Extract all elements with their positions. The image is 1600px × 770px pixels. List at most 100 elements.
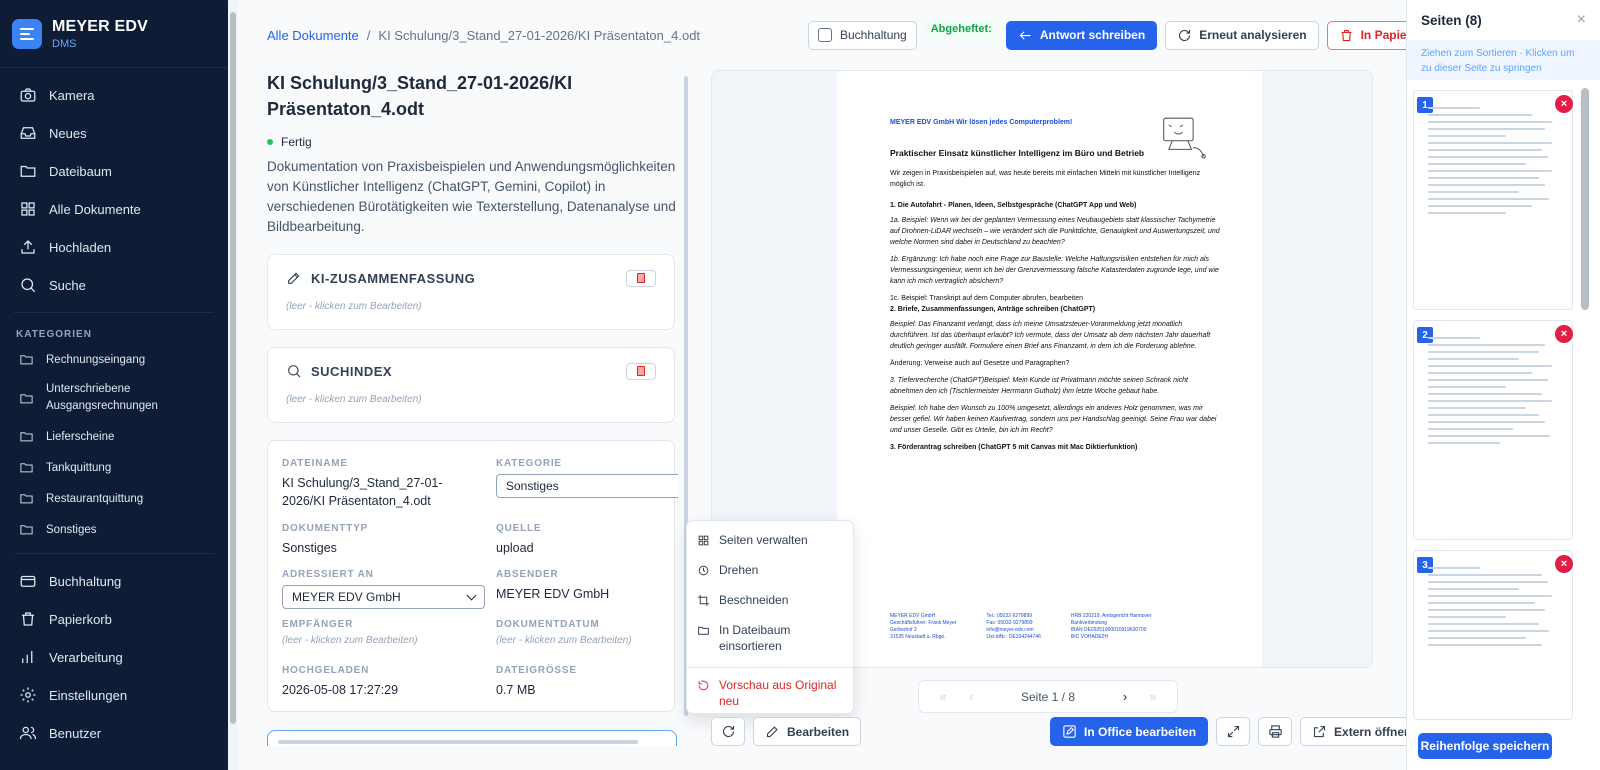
menu-item-drehen[interactable]: Drehen [687,555,853,585]
reanalyze-label: Erneut analysieren [1199,28,1307,42]
meta-value[interactable]: KI Schulung/3_Stand_27-01-2026/KI Präsen… [282,474,472,510]
meta-value[interactable]: MEYER EDV GmbH [496,585,686,603]
adressiert-select[interactable]: MEYER EDV GmbH [282,585,485,609]
kategorie-select[interactable]: Sonstiges [496,474,678,498]
category-item[interactable]: Rechnungseingang [0,344,228,375]
nav-item-alle-dokumente[interactable]: Alle Dokumente [0,190,228,228]
meta-value[interactable]: (leer - klicken zum Bearbeiten) [496,635,686,646]
category-item[interactable]: Lieferscheine [0,421,228,452]
gear-icon [20,687,36,703]
clipboard-copy-button[interactable] [626,362,656,380]
meta-hochgeladen: HOCHGELADEN 2026-05-08 17:27:29 [282,665,472,699]
page-thumbnail[interactable]: 1 × [1413,90,1573,310]
meta-label: DATEINAME [282,458,348,469]
preview-footer: MEYER EDV GmbH Geschäftsführer: Frank Me… [890,613,1152,641]
office-edit-button[interactable]: In Office bearbeiten [1050,717,1209,746]
reanalyze-button[interactable]: Erneut analysieren [1165,20,1319,50]
nav-label: Hochladen [49,239,112,255]
nav-item-verarbeitung[interactable]: Verarbeitung [0,638,228,676]
meta-kategorie: KATEGORIE Sonstiges [496,458,686,498]
pages-panel-header: Seiten (8) × [1407,0,1600,40]
breadcrumb-root-link[interactable]: Alle Dokumente [267,28,359,43]
folder-icon [20,393,33,403]
clipboard-copy-button[interactable] [626,269,656,287]
main-scrollbar[interactable] [228,0,238,770]
buchhaltung-checkbox[interactable]: Buchhaltung [808,20,917,50]
menu-item-seiten-verwalten[interactable]: Seiten verwalten [687,525,853,555]
nav-label: Kamera [49,87,95,103]
search-index-empty[interactable]: (leer - klicken zum Bearbeiten) [268,394,674,405]
category-item[interactable]: Sonstiges [0,514,228,545]
category-label: Lieferscheine [46,430,115,443]
reply-arrow-icon [1019,30,1031,40]
nav-item-suche[interactable]: Suche [0,266,228,304]
nav-item-dateibaum[interactable]: Dateibaum [0,152,228,190]
meta-value[interactable]: Sonstiges [282,539,472,557]
edit-button[interactable]: Bearbeiten [753,717,862,746]
open-external-button[interactable]: Extern öffnen [1300,717,1424,746]
nav-item-benutzer[interactable]: Benutzer [0,714,228,752]
refresh-button[interactable] [711,717,745,746]
page-pager: « ‹ Seite 1 / 8 › » [918,680,1178,713]
reply-label: Antwort schreiben [1039,28,1146,42]
meta-datum: DOKUMENTDATUM (leer - klicken zum Bearbe… [496,619,686,646]
category-item[interactable]: Restaurantquittung [0,483,228,514]
meta-value[interactable]: (leer - klicken zum Bearbeiten) [282,635,472,646]
menu-label: In Dateibaum einsortieren [719,623,791,653]
nav-item-papierkorb[interactable]: Papierkorb [0,600,228,638]
pages-panel-scrollbar[interactable] [1581,88,1589,310]
last-page-button[interactable]: » [1139,689,1167,704]
computer-clipart-icon [1163,117,1206,159]
card-title: KI-ZUSAMMENFASSUNG [311,270,476,286]
preview-paragraph: 1b. Ergänzung: Ich habe noch eine Frage … [890,256,1219,285]
clock-icon [698,565,709,576]
nav-item-hochladen[interactable]: Hochladen [0,228,228,266]
menu-item-beschneiden[interactable]: Beschneiden [687,585,853,615]
nav-item-einstellungen[interactable]: Einstellungen [0,676,228,714]
open-external-label: Extern öffnen [1334,724,1412,739]
select-value: MEYER EDV GmbH [292,590,401,604]
menu-item-dateibaum[interactable]: In Dateibaum einsortieren [687,615,853,661]
next-page-button[interactable]: › [1111,689,1139,704]
preview-heading: 1. Die Autofahrt - Planen, Ideen, Selbst… [890,202,1137,209]
preview-heading: 3. Tiefenrecherche (ChatGPT)Beispiel: Me… [890,377,1188,395]
prev-page-button[interactable]: ‹ [957,689,985,704]
meta-label: HOCHGELADEN [282,665,370,676]
card-title: SUCHINDEX [311,363,393,379]
pages-panel-hint: Ziehen zum Sortieren · Klicken um zu die… [1407,40,1600,80]
category-item[interactable]: Tankquittung [0,452,228,483]
menu-item-vorschau-neu[interactable]: Vorschau aus Original neu [687,667,853,716]
ki-summary-empty[interactable]: (leer - klicken zum Bearbeiten) [268,301,674,312]
thumbnail-content [1428,337,1558,449]
category-item[interactable]: Unterschriebene Ausgangsrechnungen [0,375,228,421]
search-index-card[interactable]: SUCHINDEX (leer - klicken zum Bearbeiten… [267,347,675,423]
preview-paragraph: Beispiel: Ich habe den Wunsch zu 100% um… [890,405,1217,434]
edit-label: Bearbeiten [787,724,850,739]
menu-label: Drehen [719,563,759,577]
nav-item-neues[interactable]: Neues [0,114,228,152]
category-label: Restaurantquittung [46,492,144,505]
save-order-button[interactable]: Reihenfolge speichern [1418,733,1552,759]
page-thumbnail[interactable]: 3 × [1413,550,1573,720]
ki-summary-card[interactable]: KI-ZUSAMMENFASSUNG (leer - klicken zum B… [267,254,675,330]
page-thumbnail[interactable]: 2 × [1413,320,1573,540]
reply-button[interactable]: Antwort schreiben [1005,20,1158,50]
pinned-status: Abgeheftet: [924,19,998,39]
horizontal-scrollbar[interactable] [278,740,638,744]
scrollbar-thumb[interactable] [230,12,236,724]
menu-label: Beschneiden [719,593,789,607]
nav-item-buchhaltung[interactable]: Buchhaltung [0,562,228,600]
meta-label: QUELLE [496,523,542,534]
fullscreen-button[interactable] [1216,717,1251,746]
print-button[interactable] [1258,717,1293,746]
divider [14,553,214,554]
first-page-button[interactable]: « [929,689,957,704]
brand[interactable]: MEYER EDV DMS [0,0,228,68]
menu-label: Vorschau aus Original neu [719,678,837,708]
meta-label: KATEGORIE [496,458,562,469]
divider [14,312,214,313]
preview-paragraph: Beispiel: Das Finanzamt verlangt, dass i… [890,321,1211,350]
close-icon[interactable]: × [1577,11,1586,29]
nav-item-kamera[interactable]: Kamera [0,76,228,114]
search-icon [288,365,301,378]
